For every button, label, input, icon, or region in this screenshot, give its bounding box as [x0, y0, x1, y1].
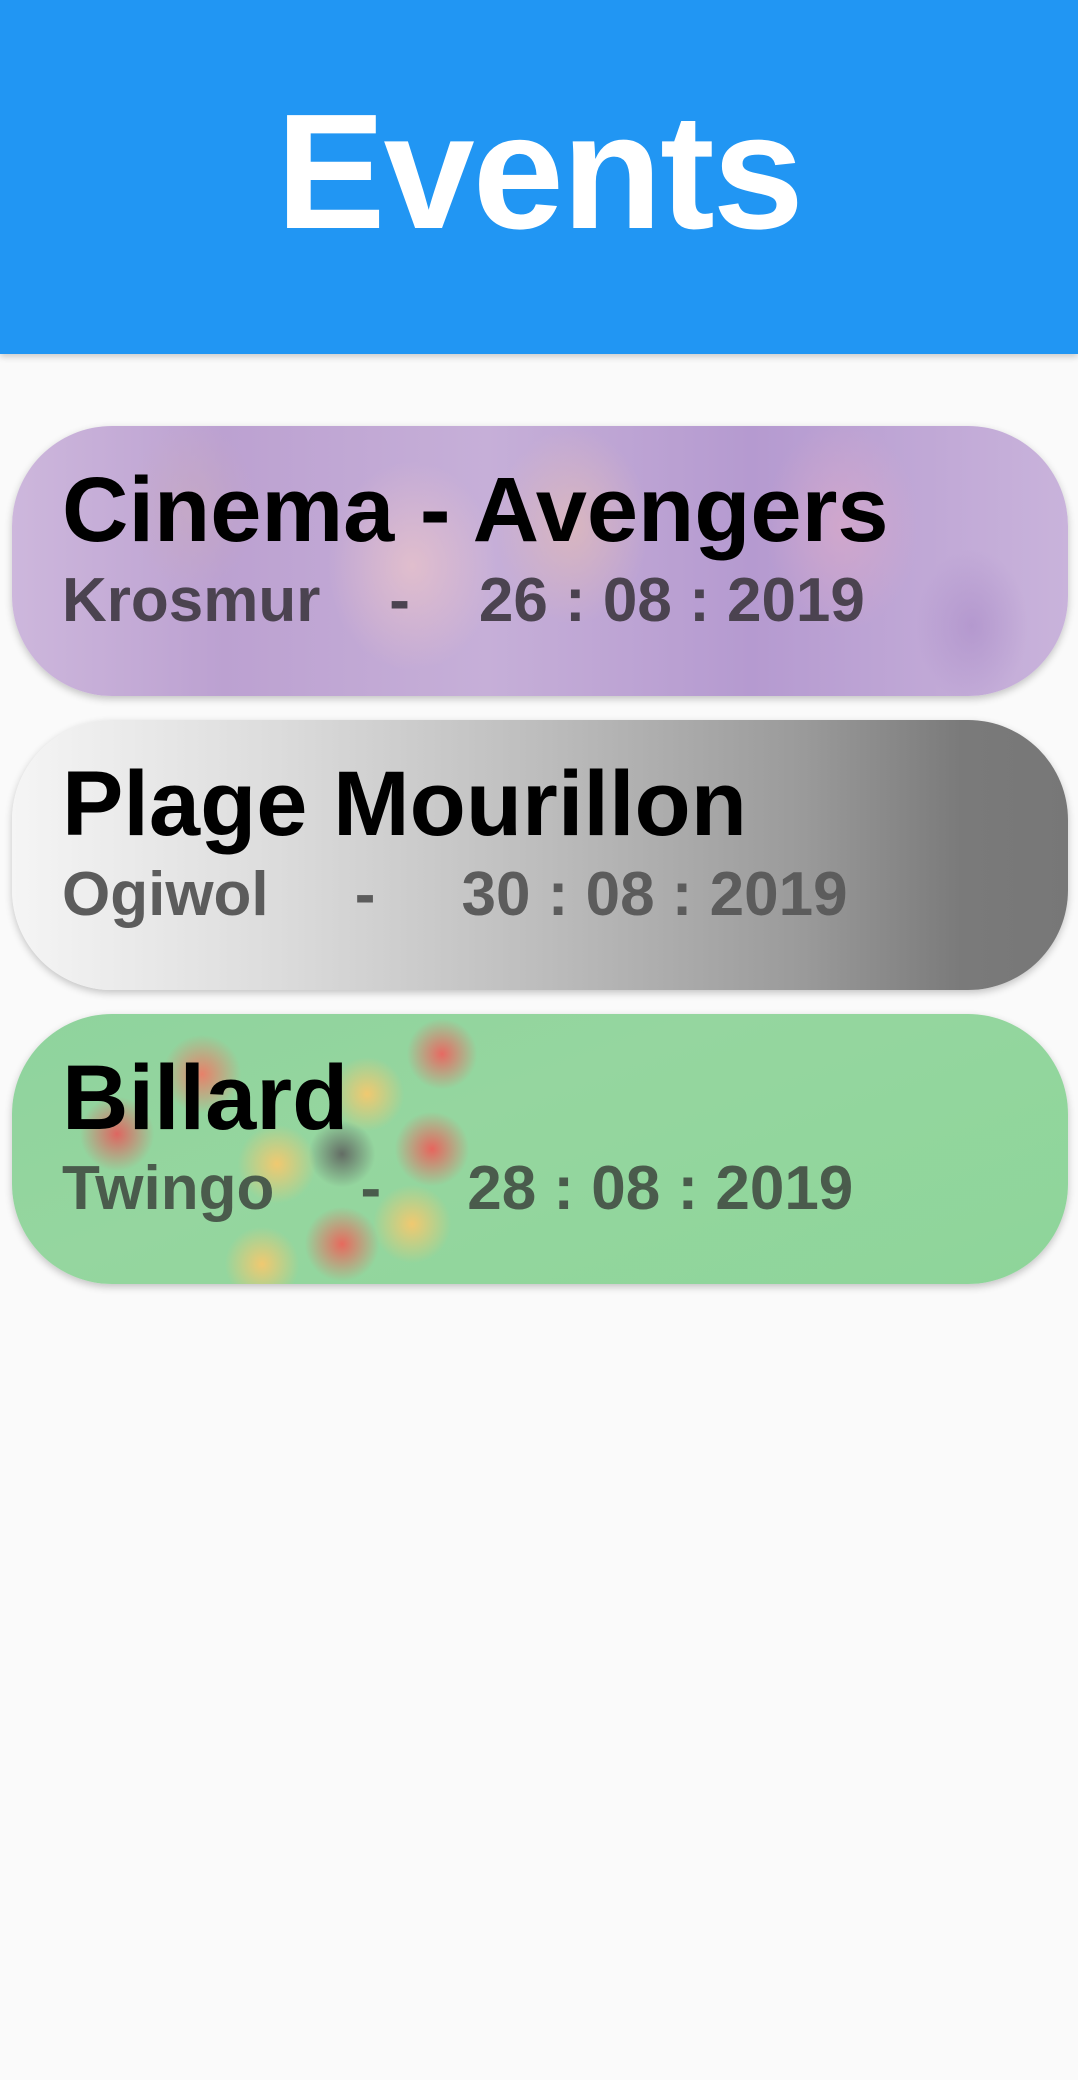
event-card-cinema-avengers[interactable]: Cinema - Avengers Krosmur - 26 : 08 : 20…	[12, 426, 1068, 696]
event-subtitle: Ogiwol - 30 : 08 : 2019	[62, 860, 848, 929]
event-card-plage-mourillon[interactable]: Plage Mourillon Ogiwol - 30 : 08 : 2019	[12, 720, 1068, 990]
event-subtitle: Twingo - 28 : 08 : 2019	[62, 1154, 854, 1223]
event-list: Cinema - Avengers Krosmur - 26 : 08 : 20…	[12, 426, 1068, 1308]
event-card-billard[interactable]: Billard Twingo - 28 : 08 : 2019	[12, 1014, 1068, 1284]
page-title: Events	[276, 80, 804, 263]
event-card-content: Cinema - Avengers Krosmur - 26 : 08 : 20…	[62, 464, 1028, 632]
event-card-content: Billard Twingo - 28 : 08 : 2019	[62, 1052, 1028, 1220]
event-card-content: Plage Mourillon Ogiwol - 30 : 08 : 2019	[62, 758, 1028, 926]
event-subtitle: Krosmur - 26 : 08 : 2019	[62, 566, 865, 635]
event-title: Billard	[62, 1047, 349, 1149]
app-bar: Events	[0, 0, 1078, 354]
event-title: Plage Mourillon	[62, 753, 747, 855]
event-title: Cinema - Avengers	[62, 459, 889, 561]
